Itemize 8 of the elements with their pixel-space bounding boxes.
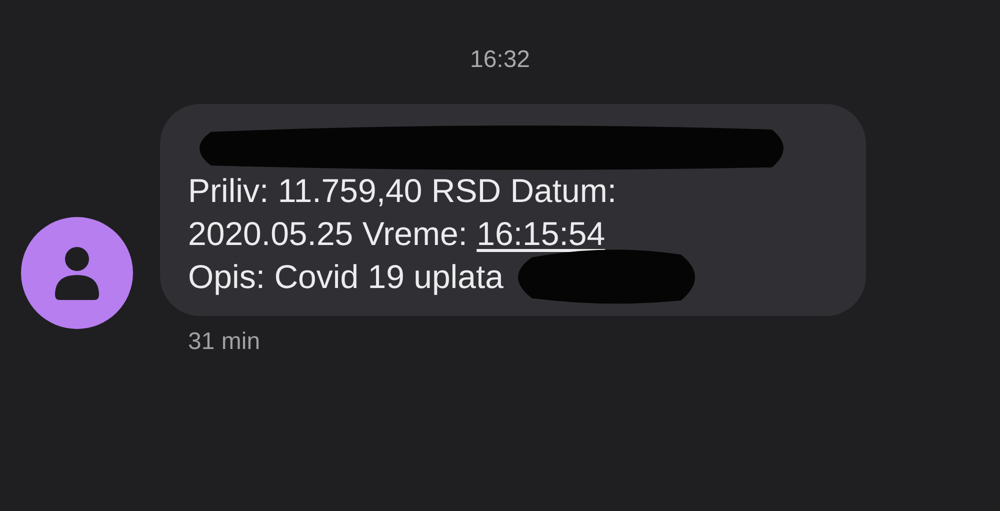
message-age: 31 min xyxy=(188,328,262,356)
timestamp: 16:32 xyxy=(470,46,530,74)
person-icon xyxy=(54,245,100,301)
message-text: 2020.05.25 Vreme: xyxy=(188,214,468,252)
time-link[interactable]: 16:15:54 xyxy=(476,214,606,252)
message-text: Priliv: 11.759,40 RSD Datum: xyxy=(188,172,617,210)
message-text: Opis: Covid 19 uplata xyxy=(188,258,504,296)
message-bubble[interactable]: Priliv: 11.759,40 RSD Datum: 2020.05.25 Vreme: 16:15:54 Opis: Covid 19 uplata xyxy=(160,104,866,316)
